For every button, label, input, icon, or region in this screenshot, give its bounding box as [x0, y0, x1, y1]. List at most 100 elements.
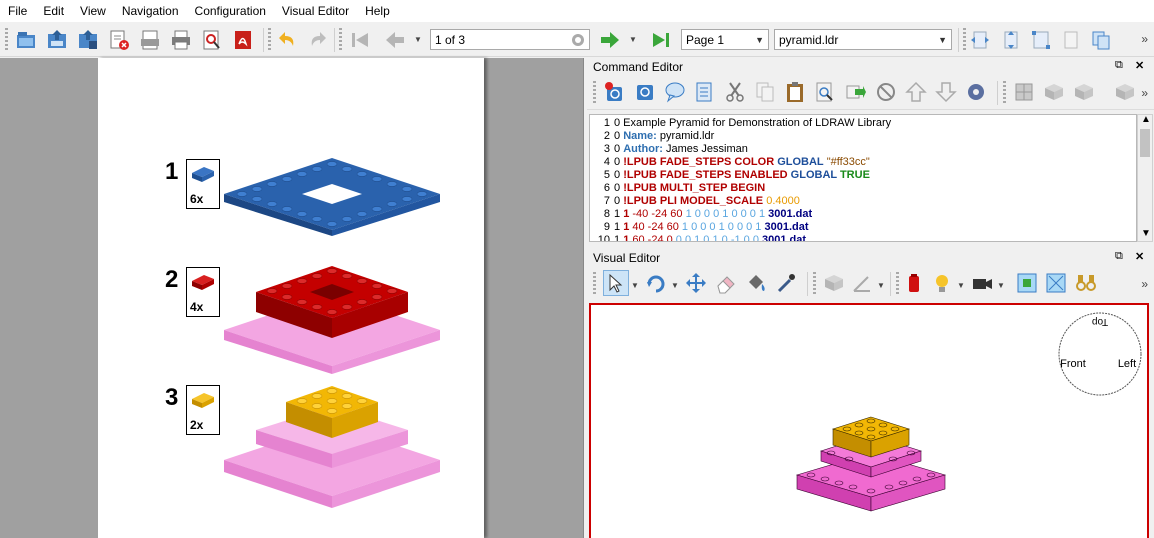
scrollbar-thumb[interactable]: [1140, 129, 1150, 157]
chevron-down-icon[interactable]: ▼: [997, 281, 1005, 290]
previous-page-button[interactable]: [382, 27, 408, 53]
toolbar-grip[interactable]: [813, 272, 816, 296]
scroll-down-icon[interactable]: ▼: [1141, 228, 1151, 239]
submodel-select[interactable]: pyramid.ldr ▼: [774, 29, 952, 50]
measure-tool-button[interactable]: [849, 270, 875, 296]
menu-navigation[interactable]: Navigation: [114, 0, 187, 22]
toolbar-overflow-button[interactable]: »: [1141, 86, 1148, 100]
zoom-fit-page-button[interactable]: [1028, 27, 1054, 53]
menu-file[interactable]: File: [0, 0, 35, 22]
code-line[interactable]: 30 Author: James Jessiman: [590, 143, 1136, 156]
zoom-extents-button[interactable]: [1014, 270, 1040, 296]
paste-button[interactable]: [782, 79, 808, 105]
move-up-button[interactable]: [903, 79, 929, 105]
update-button[interactable]: [632, 79, 658, 105]
refresh-icon[interactable]: [571, 33, 585, 47]
save-as-button[interactable]: [75, 27, 101, 53]
undo-button[interactable]: [275, 27, 301, 53]
close-file-button[interactable]: [106, 27, 132, 53]
chevron-down-icon[interactable]: ▼: [631, 281, 639, 290]
viewsphere-widget[interactable]: Top Front Left: [1057, 311, 1143, 397]
look-at-button[interactable]: [1073, 270, 1099, 296]
toolbar-grip[interactable]: [593, 272, 596, 296]
code-line[interactable]: 91 1 40 -24 60 1 0 0 0 1 0 0 0 1 3001.da…: [590, 221, 1136, 234]
export-pdf-button[interactable]: [230, 27, 256, 53]
open-file-button[interactable]: [13, 27, 39, 53]
float-panel-button[interactable]: ⧉: [1115, 250, 1123, 263]
code-line[interactable]: 50 !LPUB FADE_STEPS ENABLED GLOBAL TRUE: [590, 169, 1136, 182]
next-page-button[interactable]: [597, 27, 623, 53]
float-panel-button[interactable]: ⧉: [1115, 59, 1123, 72]
viewsphere-top-label[interactable]: Top: [1092, 316, 1109, 327]
code-line[interactable]: 40 !LPUB FADE_STEPS COLOR GLOBAL "#ff33c…: [590, 156, 1136, 169]
zoom-fit-visible-button[interactable]: [998, 27, 1024, 53]
brick-grid-button[interactable]: [1011, 79, 1037, 105]
page-select[interactable]: Page 1 ▼: [681, 29, 769, 50]
viewsphere-front-label[interactable]: Front: [1060, 358, 1086, 370]
goto-line-button[interactable]: [843, 79, 869, 105]
close-panel-button[interactable]: ✕: [1135, 59, 1144, 72]
code-line[interactable]: 60 !LPUB MULTI_STEP BEGIN: [590, 182, 1136, 195]
eraser-tool-button[interactable]: [713, 270, 739, 296]
code-line[interactable]: 81 1 -40 -24 60 1 0 0 0 1 0 0 0 1 3001.d…: [590, 208, 1136, 221]
toolbar-grip[interactable]: [1003, 81, 1006, 105]
toolbar-overflow-button[interactable]: »: [1141, 277, 1148, 291]
close-panel-button[interactable]: ✕: [1135, 250, 1144, 263]
move-tool-button[interactable]: [683, 270, 709, 296]
brick-color-button[interactable]: [901, 270, 927, 296]
zoom-fit-width-button[interactable]: [967, 27, 993, 53]
fit-view-button[interactable]: [1043, 270, 1069, 296]
camera-button[interactable]: [969, 270, 995, 296]
comment-button[interactable]: [662, 79, 688, 105]
cut-button[interactable]: [722, 79, 748, 105]
brick-part-button[interactable]: [1112, 79, 1138, 105]
instruction-page-view[interactable]: 1 6x 2 4x 3 2x: [0, 58, 584, 538]
chevron-down-icon[interactable]: ▼: [671, 281, 679, 290]
menu-help[interactable]: Help: [357, 0, 398, 22]
rotate-tool-button[interactable]: [643, 270, 669, 296]
redraw-button[interactable]: [601, 79, 627, 105]
page-number-input[interactable]: 1 of 3: [430, 29, 590, 50]
3d-viewport[interactable]: Top Front Left: [589, 303, 1149, 538]
paint-tool-button[interactable]: [743, 270, 769, 296]
brick-select-button[interactable]: [1041, 79, 1067, 105]
brick-edit-button[interactable]: [1071, 79, 1097, 105]
find-button[interactable]: [812, 79, 838, 105]
chevron-down-icon[interactable]: ▼: [414, 35, 422, 44]
chevron-down-icon[interactable]: ▼: [629, 35, 637, 44]
toolbar-grip[interactable]: [593, 81, 596, 105]
chevron-down-icon[interactable]: ▼: [877, 281, 885, 290]
color-picker-button[interactable]: [773, 270, 799, 296]
redo-button[interactable]: [304, 27, 330, 53]
print-preview-button[interactable]: [137, 27, 163, 53]
menu-edit[interactable]: Edit: [35, 0, 72, 22]
menu-configuration[interactable]: Configuration: [187, 0, 274, 22]
code-line[interactable]: 70 !LPUB PLI MODEL_SCALE 0.4000: [590, 195, 1136, 208]
menu-visual-editor[interactable]: Visual Editor: [274, 0, 357, 22]
lighting-button[interactable]: [929, 270, 955, 296]
disable-button[interactable]: [873, 79, 899, 105]
brick-insert-button[interactable]: [821, 270, 847, 296]
print-button[interactable]: [168, 27, 194, 53]
code-line[interactable]: 20 Name: pyramid.ldr: [590, 130, 1136, 143]
code-line[interactable]: 1 0 Example Pyramid for Demonstration of …: [590, 117, 1136, 130]
actual-size-button[interactable]: [1058, 27, 1084, 53]
preferences-button[interactable]: [692, 79, 718, 105]
command-editor-scrollbar[interactable]: ▲ ▼: [1137, 114, 1153, 242]
toolbar-grip[interactable]: [5, 28, 8, 52]
command-editor-text[interactable]: 1 0 Example Pyramid for Demonstration of …: [589, 114, 1137, 242]
menu-view[interactable]: View: [72, 0, 114, 22]
chevron-down-icon[interactable]: ▼: [957, 281, 965, 290]
settings-button[interactable]: [963, 79, 989, 105]
toolbar-grip[interactable]: [963, 28, 966, 52]
multi-page-button[interactable]: [1088, 27, 1114, 53]
export-preview-button[interactable]: [199, 27, 225, 53]
first-page-button[interactable]: [347, 27, 373, 53]
toolbar-overflow-button[interactable]: »: [1141, 32, 1148, 46]
viewsphere-left-label[interactable]: Left: [1118, 358, 1136, 370]
toolbar-grip[interactable]: [339, 28, 342, 52]
code-line[interactable]: 10 1 1 60 -24 0 0 0 1 0 1 0 -1 0 0 3001.d…: [590, 234, 1136, 241]
last-page-button[interactable]: [648, 27, 674, 53]
save-button[interactable]: [44, 27, 70, 53]
scroll-up-icon[interactable]: ▲: [1141, 114, 1151, 125]
